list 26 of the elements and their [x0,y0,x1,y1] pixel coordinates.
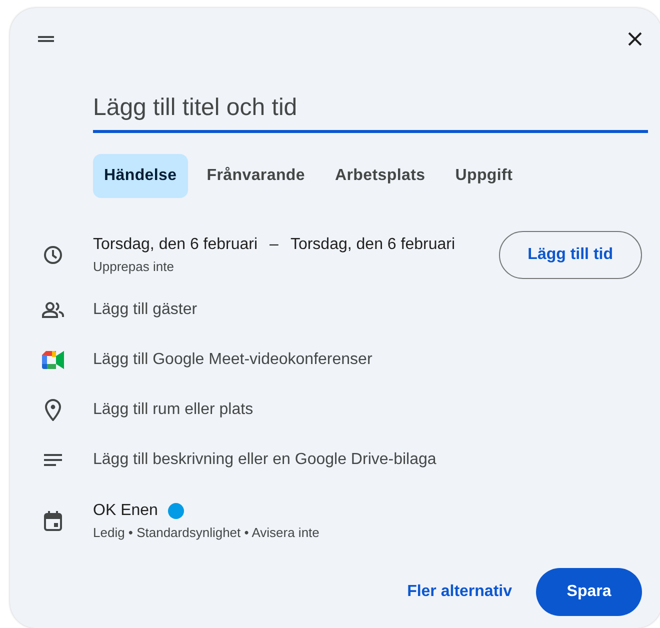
close-icon[interactable] [628,32,642,46]
dash-separator: – [270,236,278,254]
add-time-button[interactable]: Lägg till tid [498,231,642,279]
row-text[interactable]: Lägg till rum eller plats [93,401,254,419]
row-text[interactable]: Lägg till Google Meet-videokonferenser [93,351,372,369]
row-subtext: Ledig • Standardsynlighet • Avisera inte [93,525,320,540]
row-text[interactable]: Lägg till beskrivning eller en Google Drive-bilaga [93,451,436,469]
more-options-button[interactable]: Fler alternativ [397,569,522,615]
event-type-tab[interactable]: Händelse [93,154,188,198]
title-field[interactable]: Lägg till titel och tid [93,94,648,133]
people-icon [42,302,64,318]
save-button[interactable]: Spara [536,568,642,616]
event-type-tab[interactable]: Uppgift [444,154,524,198]
text-lines-icon [44,454,62,466]
end-date-text[interactable]: Torsdag, den 6 februari [290,236,455,254]
calendar-icon [44,511,62,531]
location-pin-icon [44,399,60,421]
event-type-tab[interactable]: Arbetsplats [324,154,436,198]
drag-handle-icon[interactable] [37,35,55,43]
row-text[interactable]: OK Enen [93,502,158,520]
row-text[interactable]: Torsdag, den 6 februari [93,236,258,254]
clock-icon [42,245,62,265]
row-text[interactable]: Lägg till gäster [93,301,198,319]
event-type-tab[interactable]: Frånvarande [196,154,316,198]
video-camera-icon [42,351,64,369]
row-subtext: Upprepas inte [93,259,175,274]
